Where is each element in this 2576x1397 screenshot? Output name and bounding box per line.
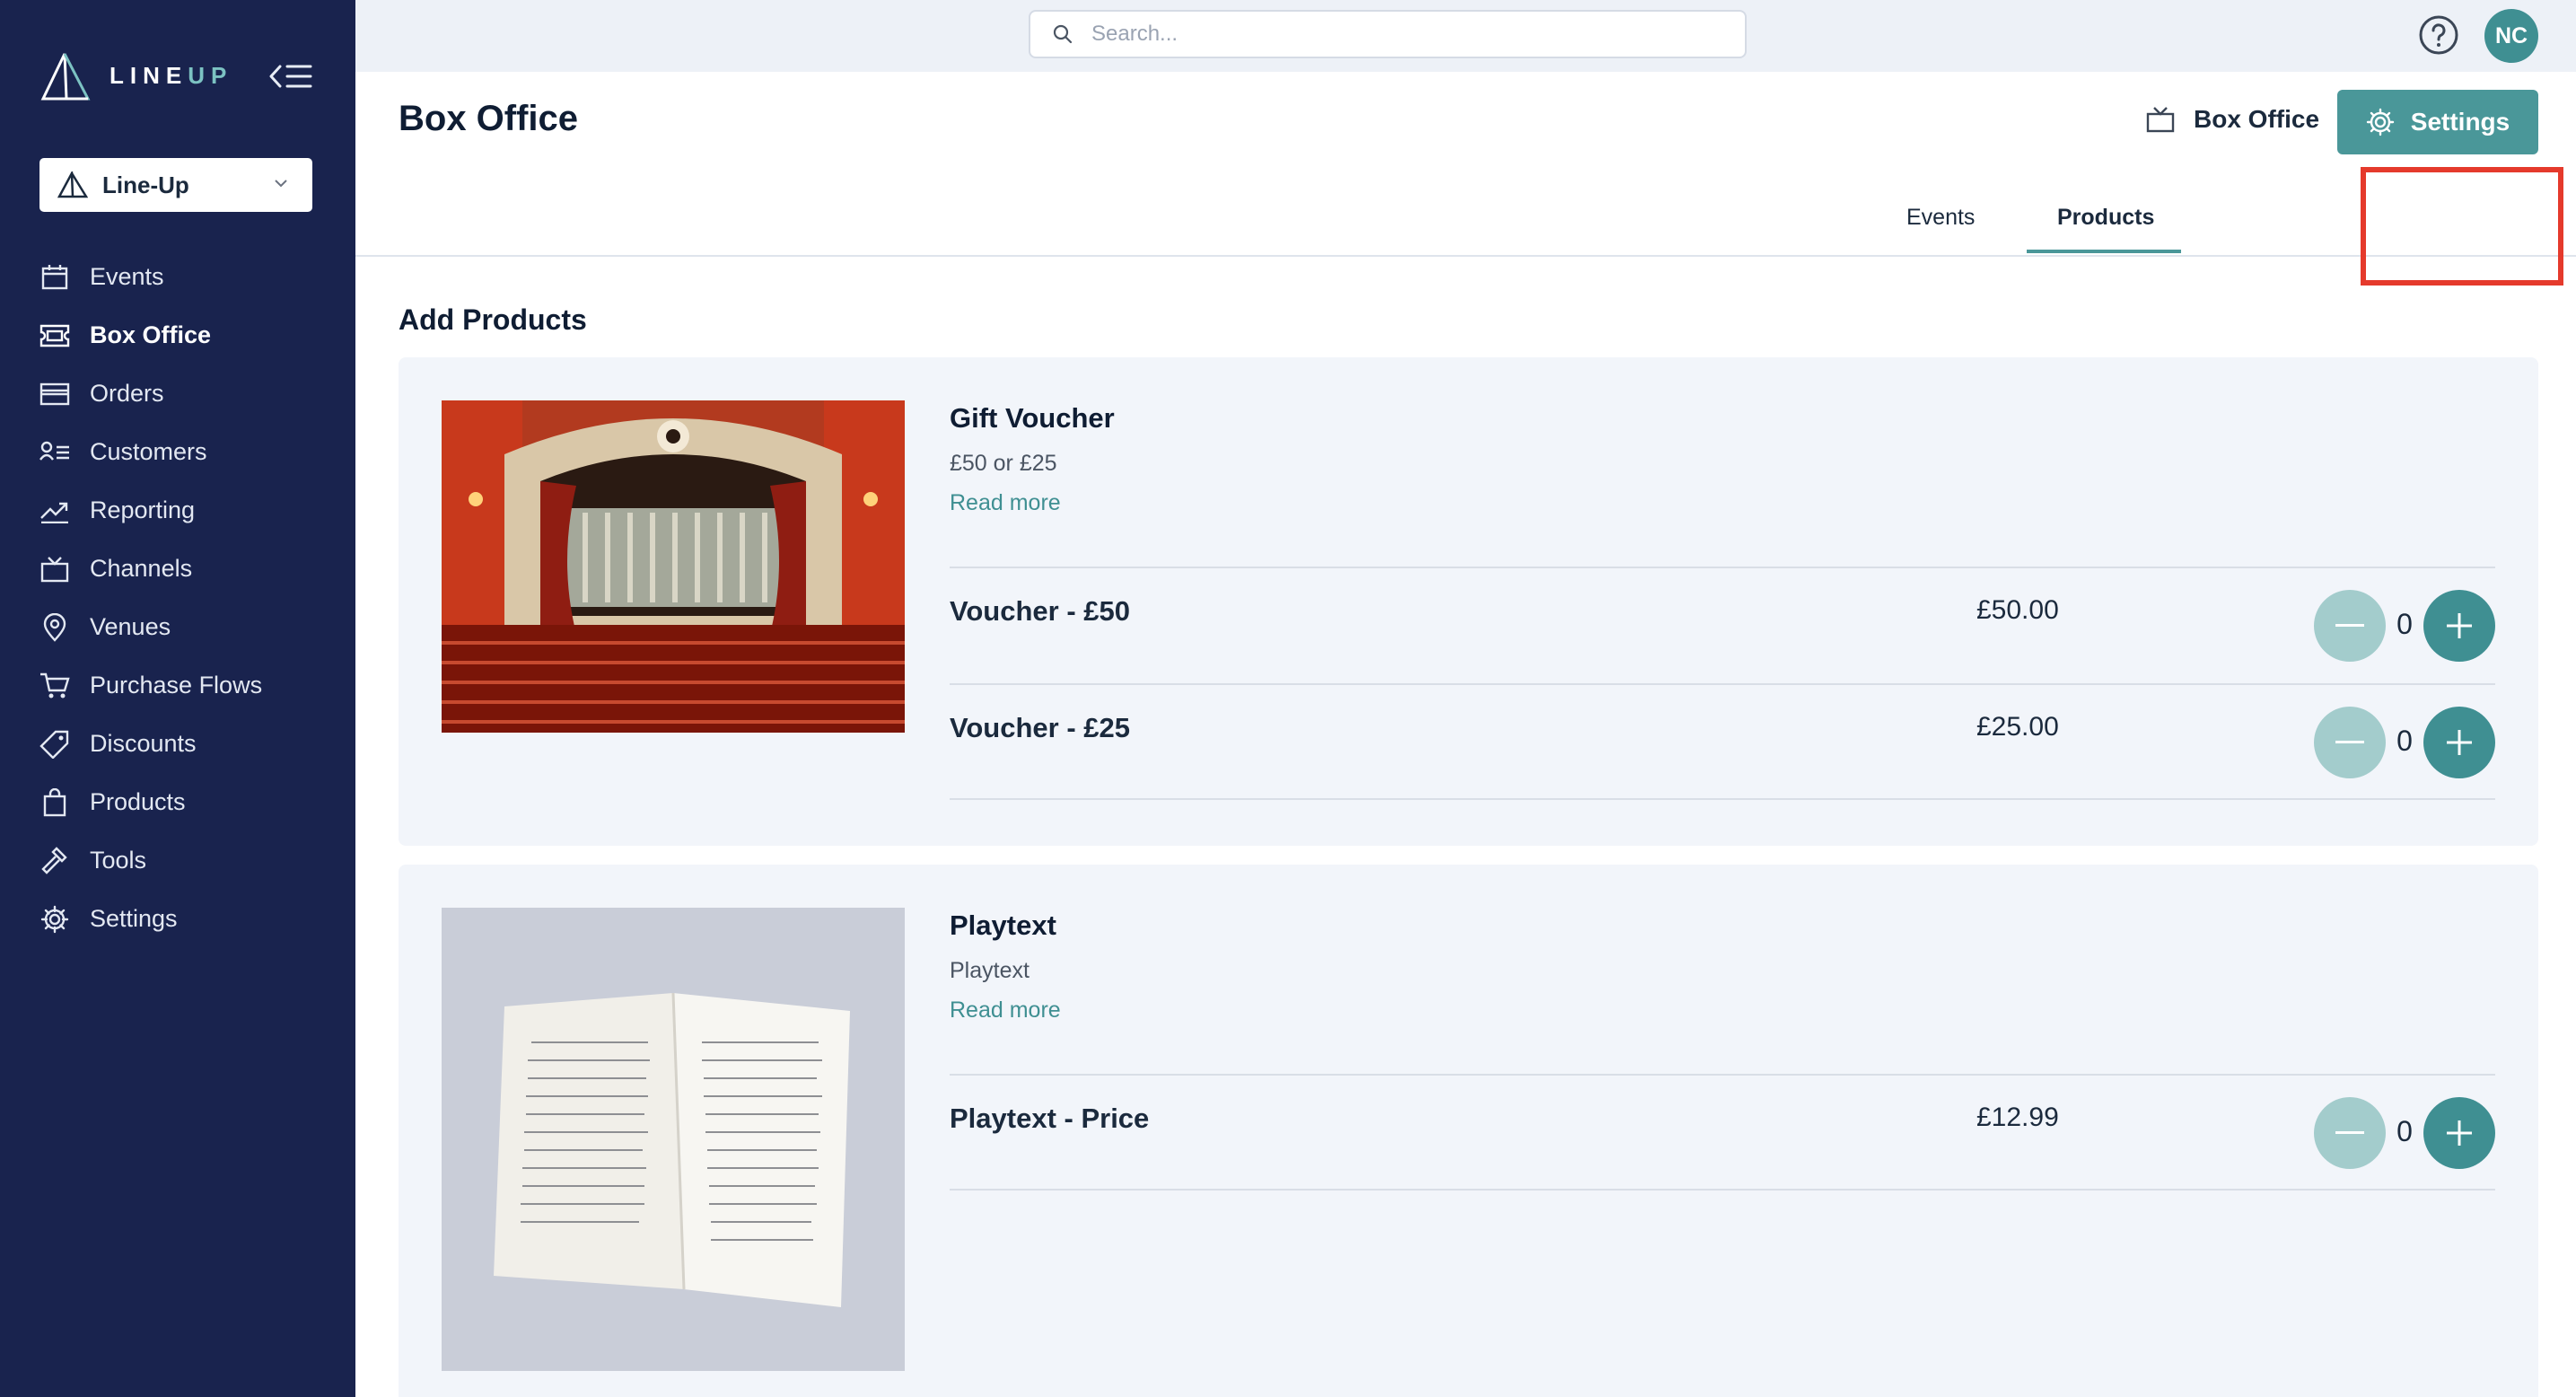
decrease-quantity-button[interactable] xyxy=(2314,1097,2386,1169)
collapse-sidebar-icon[interactable] xyxy=(269,61,312,92)
gear-icon xyxy=(2366,108,2394,136)
organisation-select[interactable]: Line-Up xyxy=(39,158,312,212)
search-input[interactable] xyxy=(1091,22,1702,47)
sidebar-item-discounts[interactable]: Discounts xyxy=(0,715,355,773)
quantity-value: 0 xyxy=(2396,608,2413,640)
tabs-divider xyxy=(355,255,2576,257)
cart-icon xyxy=(39,671,70,701)
sidebar-item-tools[interactable]: Tools xyxy=(0,831,355,890)
minus-icon xyxy=(2335,624,2364,627)
settings-button-label: Settings xyxy=(2410,108,2510,136)
search-icon xyxy=(1053,24,1073,44)
open-book-image xyxy=(442,908,905,1371)
sidebar-item-purchase-flows[interactable]: Purchase Flows xyxy=(0,656,355,715)
customers-icon xyxy=(39,437,70,468)
calendar-icon xyxy=(39,262,70,293)
plus-icon xyxy=(2447,1120,2472,1146)
variant-price: £25.00 xyxy=(1976,712,2059,742)
tv-icon xyxy=(2146,107,2175,133)
pin-icon xyxy=(39,612,70,643)
variant-price: £50.00 xyxy=(1976,595,2059,625)
breadcrumb[interactable]: Box Office xyxy=(2145,105,2319,134)
theatre-stage-image xyxy=(442,400,905,733)
plus-icon xyxy=(2447,730,2472,755)
variant-row: Playtext - Price £12.99 0 xyxy=(950,1074,2495,1191)
product-description: £50 or £25 xyxy=(950,451,1057,476)
plus-icon xyxy=(2447,613,2472,638)
minus-icon xyxy=(2335,741,2364,743)
variant-name: Playtext - Price xyxy=(950,1103,1150,1134)
trend-icon xyxy=(39,496,70,526)
quantity-value: 0 xyxy=(2396,1115,2413,1147)
tab-products[interactable]: Products xyxy=(2057,205,2154,231)
app-root: LINEUP Line-Up Events Box Office Orders … xyxy=(0,0,2576,1397)
sidebar-item-events[interactable]: Events xyxy=(0,248,355,306)
bag-icon xyxy=(39,787,70,818)
top-bar: NC xyxy=(355,0,2576,72)
brand-logo[interactable]: LINEUP xyxy=(39,50,232,101)
product-card: Playtext Playtext Read more Playtext - P… xyxy=(399,865,2538,1397)
active-tab-indicator xyxy=(2027,250,2181,253)
increase-quantity-button[interactable] xyxy=(2423,590,2495,662)
breadcrumb-label: Box Office xyxy=(2194,105,2320,133)
organisation-name: Line-Up xyxy=(102,171,189,198)
minus-icon xyxy=(2335,1131,2364,1134)
gear-icon xyxy=(39,904,70,935)
help-icon[interactable] xyxy=(2418,14,2459,56)
quantity-value: 0 xyxy=(2396,725,2413,757)
hammer-icon xyxy=(39,846,70,876)
increase-quantity-button[interactable] xyxy=(2423,707,2495,778)
tag-icon xyxy=(39,729,70,760)
read-more-link[interactable]: Read more xyxy=(950,490,1061,516)
decrease-quantity-button[interactable] xyxy=(2314,590,2386,662)
card-icon xyxy=(39,379,70,409)
product-description: Playtext xyxy=(950,958,1030,983)
sidebar-item-reporting[interactable]: Reporting xyxy=(0,481,355,540)
brand-name: LINEUP xyxy=(110,61,233,89)
sidebar-item-box-office[interactable]: Box Office xyxy=(0,306,355,365)
tab-events[interactable]: Events xyxy=(1906,205,1975,231)
increase-quantity-button[interactable] xyxy=(2423,1097,2495,1169)
page-title: Box Office xyxy=(399,99,579,138)
read-more-link[interactable]: Read more xyxy=(950,997,1061,1024)
avatar[interactable]: NC xyxy=(2484,9,2538,63)
sidebar-item-channels[interactable]: Channels xyxy=(0,540,355,598)
variant-name: Voucher - £50 xyxy=(950,595,1131,627)
search-box[interactable] xyxy=(1029,10,1747,58)
decrease-quantity-button[interactable] xyxy=(2314,707,2386,778)
lineup-logo-icon xyxy=(40,53,91,101)
tv-icon xyxy=(39,554,70,584)
variant-name: Voucher - £25 xyxy=(950,712,1131,743)
product-name: Playtext xyxy=(950,909,1056,941)
sidebar-item-venues[interactable]: Venues xyxy=(0,598,355,656)
chevron-down-icon xyxy=(275,180,287,188)
product-card: Gift Voucher £50 or £25 Read more Vouche… xyxy=(399,357,2538,846)
ticket-icon xyxy=(39,321,70,351)
sidebar: LINEUP Line-Up Events Box Office Orders … xyxy=(0,0,355,1397)
sidebar-item-settings[interactable]: Settings xyxy=(0,890,355,948)
product-name: Gift Voucher xyxy=(950,402,1115,434)
variant-row: Voucher - £25 £25.00 0 xyxy=(950,683,2495,800)
section-title: Add Products xyxy=(399,303,587,336)
variant-row: Voucher - £50 £50.00 0 xyxy=(950,567,2495,683)
sidebar-item-products[interactable]: Products xyxy=(0,773,355,831)
sidebar-item-orders[interactable]: Orders xyxy=(0,365,355,423)
settings-button[interactable]: Settings xyxy=(2337,90,2538,154)
variant-price: £12.99 xyxy=(1976,1103,2059,1132)
lineup-small-icon xyxy=(57,171,88,198)
highlight-annotation xyxy=(2361,167,2563,286)
sidebar-item-customers[interactable]: Customers xyxy=(0,423,355,481)
sidebar-nav: Events Box Office Orders Customers Repor… xyxy=(0,248,355,948)
